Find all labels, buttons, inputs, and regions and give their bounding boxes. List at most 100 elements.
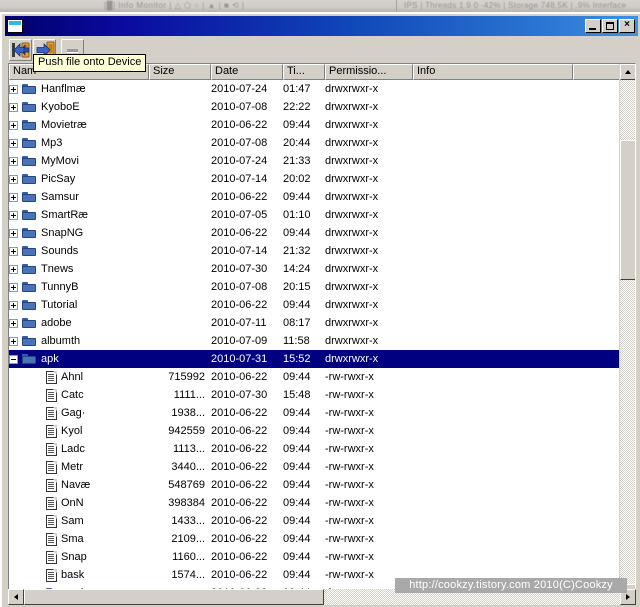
column-header-info[interactable]: Info — [413, 64, 573, 80]
cell-permissions: drwxrwxr-x — [325, 227, 379, 239]
table-row[interactable]: PicSay 2010-07-14 20:02 drwxrwxr-x — [9, 170, 621, 188]
table-row[interactable]: adobe 2010-07-11 08:17 drwxrwxr-x — [9, 314, 621, 332]
close-icon: × — [624, 19, 630, 30]
cell-date: 2010-07-24 — [211, 83, 268, 95]
file-name-label: SmartRæ — [41, 209, 89, 221]
column-header-size[interactable]: Size — [149, 64, 211, 80]
expand-icon[interactable] — [9, 264, 18, 274]
cell-permissions: drwxrwxr-x — [325, 263, 379, 275]
file-icon — [46, 460, 57, 474]
cell-name: Movietræ — [9, 119, 149, 131]
expand-icon[interactable] — [9, 120, 18, 130]
table-row[interactable]: Sam 1433... 2010-06-22 09:44 -rw-rwxr-x — [9, 512, 621, 530]
cell-name: Samsur — [9, 191, 149, 203]
expand-icon[interactable] — [9, 192, 18, 202]
cell-time: 22:22 — [283, 101, 311, 113]
collapse-icon[interactable] — [9, 354, 18, 364]
folder-icon — [22, 155, 37, 167]
cell-size: 1938... — [171, 407, 205, 419]
vertical-scroll-thumb[interactable] — [620, 140, 635, 280]
expand-icon[interactable] — [9, 138, 18, 148]
file-name-label: TunnyB — [41, 281, 79, 293]
table-row[interactable]: albumth 2010-07-09 11:58 drwxrwxr-x — [9, 332, 621, 350]
minimize-button[interactable] — [585, 19, 601, 33]
scroll-left-button[interactable] — [8, 589, 24, 605]
cell-permissions: -rw-rwxr-x — [325, 371, 374, 383]
expand-icon[interactable] — [9, 84, 18, 94]
cell-size: 942559 — [168, 425, 205, 437]
table-row[interactable]: Navæ 548769 2010-06-22 09:44 -rw-rwxr-x — [9, 476, 621, 494]
vertical-scrollbar[interactable] — [619, 64, 635, 600]
vertical-scroll-track[interactable] — [620, 80, 635, 584]
table-row[interactable]: Movietræ 2010-06-22 09:44 drwxrwxr-x — [9, 116, 621, 134]
cell-permissions: -rw-rwxr-x — [325, 461, 374, 473]
cell-permissions: drwxrwxr-x — [325, 299, 379, 311]
expand-icon[interactable] — [9, 210, 18, 220]
expand-icon[interactable] — [9, 102, 18, 112]
table-row[interactable]: Snap 1160... 2010-06-22 09:44 -rw-rwxr-x — [9, 548, 621, 566]
cell-date: 2010-06-22 — [211, 479, 268, 491]
expand-icon[interactable] — [9, 174, 18, 184]
cell-date: 2010-06-22 — [211, 515, 268, 527]
expand-icon[interactable] — [9, 246, 18, 256]
cell-time: 09:44 — [283, 371, 311, 383]
table-row[interactable]: KyoboE 2010-07-08 22:22 drwxrwxr-x — [9, 98, 621, 116]
table-row[interactable]: Hanflmæ 2010-07-24 01:47 drwxrwxr-x — [9, 80, 621, 98]
cell-size: 1111... — [173, 389, 205, 401]
cell-time: 09:44 — [283, 497, 311, 509]
file-icon — [46, 514, 57, 528]
table-row[interactable]: Mp3 2010-07-08 20:44 drwxrwxr-x — [9, 134, 621, 152]
table-row[interactable]: apk 2010-07-31 15:52 drwxrwxr-x — [9, 350, 621, 368]
expand-icon[interactable] — [9, 336, 18, 346]
table-row[interactable]: Ladc 1113... 2010-06-22 09:44 -rw-rwxr-x — [9, 440, 621, 458]
cell-time: 21:33 — [283, 155, 311, 167]
dash-icon — [67, 48, 78, 53]
folder-icon — [22, 335, 37, 347]
arrow-left-icon — [14, 594, 18, 600]
expand-icon[interactable] — [9, 318, 18, 328]
table-row[interactable]: Kyol 942559 2010-06-22 09:44 -rw-rwxr-x — [9, 422, 621, 440]
table-row[interactable]: MyMovi 2010-07-24 21:33 drwxrwxr-x — [9, 152, 621, 170]
table-row[interactable]: Samsur 2010-06-22 09:44 drwxrwxr-x — [9, 188, 621, 206]
watermark: http://cookzy.tistory.com 2010(C)Cookzy — [395, 578, 627, 593]
cell-date: 2010-07-30 — [211, 263, 268, 275]
cell-date: 2010-06-22 — [211, 497, 268, 509]
table-row[interactable]: OnN 398384 2010-06-22 09:44 -rw-rwxr-x — [9, 494, 621, 512]
table-row[interactable]: Tutorial 2010-06-22 09:44 drwxrwxr-x — [9, 296, 621, 314]
expand-icon[interactable] — [9, 300, 18, 310]
pull-file-from-device-button[interactable] — [9, 38, 32, 61]
table-row[interactable]: SmartRæ 2010-07-05 01:10 drwxrwxr-x — [9, 206, 621, 224]
column-header-time[interactable]: Ti... — [283, 64, 325, 80]
cell-size: 3440... — [171, 461, 205, 473]
table-row[interactable]: Metr 3440... 2010-06-22 09:44 -rw-rwxr-x — [9, 458, 621, 476]
table-row[interactable]: SnapNG 2010-06-22 09:44 drwxrwxr-x — [9, 224, 621, 242]
cell-permissions: drwxrwxr-x — [325, 335, 379, 347]
horizontal-scroll-thumb[interactable] — [24, 589, 324, 605]
table-row[interactable]: Sounds 2010-07-14 21:32 drwxrwxr-x — [9, 242, 621, 260]
expand-icon[interactable] — [9, 156, 18, 166]
cell-permissions: -rw-rwxr-x — [325, 551, 374, 563]
table-row[interactable]: Tnews 2010-07-30 14:24 drwxrwxr-x — [9, 260, 621, 278]
table-row[interactable]: Catc 1111... 2010-07-30 15:48 -rw-rwxr-x — [9, 386, 621, 404]
title-bar[interactable]: × — [5, 16, 638, 36]
close-button[interactable]: × — [619, 19, 635, 33]
cell-date: 2010-06-22 — [211, 533, 268, 545]
file-name-label: Tutorial — [41, 299, 78, 311]
column-header-date[interactable]: Date — [211, 64, 283, 80]
column-header-permissions[interactable]: Permissio... — [325, 64, 413, 80]
cell-date: 2010-07-24 — [211, 155, 268, 167]
maximize-button[interactable] — [602, 19, 618, 33]
scroll-up-button[interactable] — [620, 64, 635, 80]
table-row[interactable]: Sma 2109... 2010-06-22 09:44 -rw-rwxr-x — [9, 530, 621, 548]
cell-time: 09:44 — [283, 191, 311, 203]
table-row[interactable]: TunnyB 2010-07-08 20:15 drwxrwxr-x — [9, 278, 621, 296]
file-icon — [46, 424, 57, 438]
cell-name: bask — [9, 568, 149, 582]
table-row[interactable]: Ahnl 715992 2010-06-22 09:44 -rw-rwxr-x — [9, 368, 621, 386]
expand-icon[interactable] — [9, 282, 18, 292]
expand-icon[interactable] — [9, 228, 18, 238]
table-row[interactable]: Gag· 1938... 2010-06-22 09:44 -rw-rwxr-x — [9, 404, 621, 422]
cell-date: 2010-07-14 — [211, 245, 268, 257]
file-name-label: Gag· — [61, 407, 86, 419]
cell-time: 21:32 — [283, 245, 311, 257]
